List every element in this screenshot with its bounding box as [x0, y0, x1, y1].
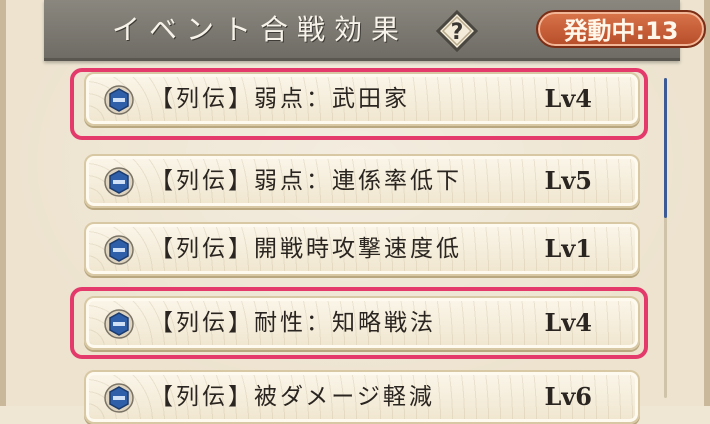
effect-item[interactable]: 【列伝】開戦時攻撃速度低 Lv1: [84, 222, 640, 276]
effect-item[interactable]: 【列伝】弱点：連係率低下 Lv5: [84, 154, 640, 208]
effect-level: Lv1: [544, 234, 592, 263]
effect-badge-icon: [104, 167, 134, 197]
highlight-outline: [70, 68, 648, 140]
effect-name: 【列伝】弱点：連係率低下: [150, 168, 462, 194]
active-count-badge: 発動中:13: [536, 10, 706, 48]
help-button[interactable]: ?: [435, 9, 479, 53]
scrollbar-thumb[interactable]: [664, 78, 667, 218]
question-icon: ?: [435, 9, 479, 53]
effect-item[interactable]: 【列伝】被ダメージ軽減 Lv6: [84, 370, 640, 424]
effects-panel: イベント合戦効果 ? 発動中:13 【列伝】弱点：武田家 Lv4 【列伝】弱点：…: [0, 0, 710, 424]
effect-name: 【列伝】開戦時攻撃速度低: [150, 236, 462, 262]
effect-level: Lv6: [544, 382, 592, 411]
effect-name: 【列伝】被ダメージ軽減: [150, 384, 435, 410]
panel-title: イベント合戦効果: [112, 13, 409, 46]
effect-level: Lv5: [544, 166, 592, 195]
svg-text:?: ?: [451, 20, 464, 45]
effect-badge-icon: [104, 235, 134, 265]
highlight-outline: [70, 287, 648, 359]
panel-header: イベント合戦効果 ? 発動中:13: [44, 0, 706, 61]
effect-badge-icon: [104, 383, 134, 413]
